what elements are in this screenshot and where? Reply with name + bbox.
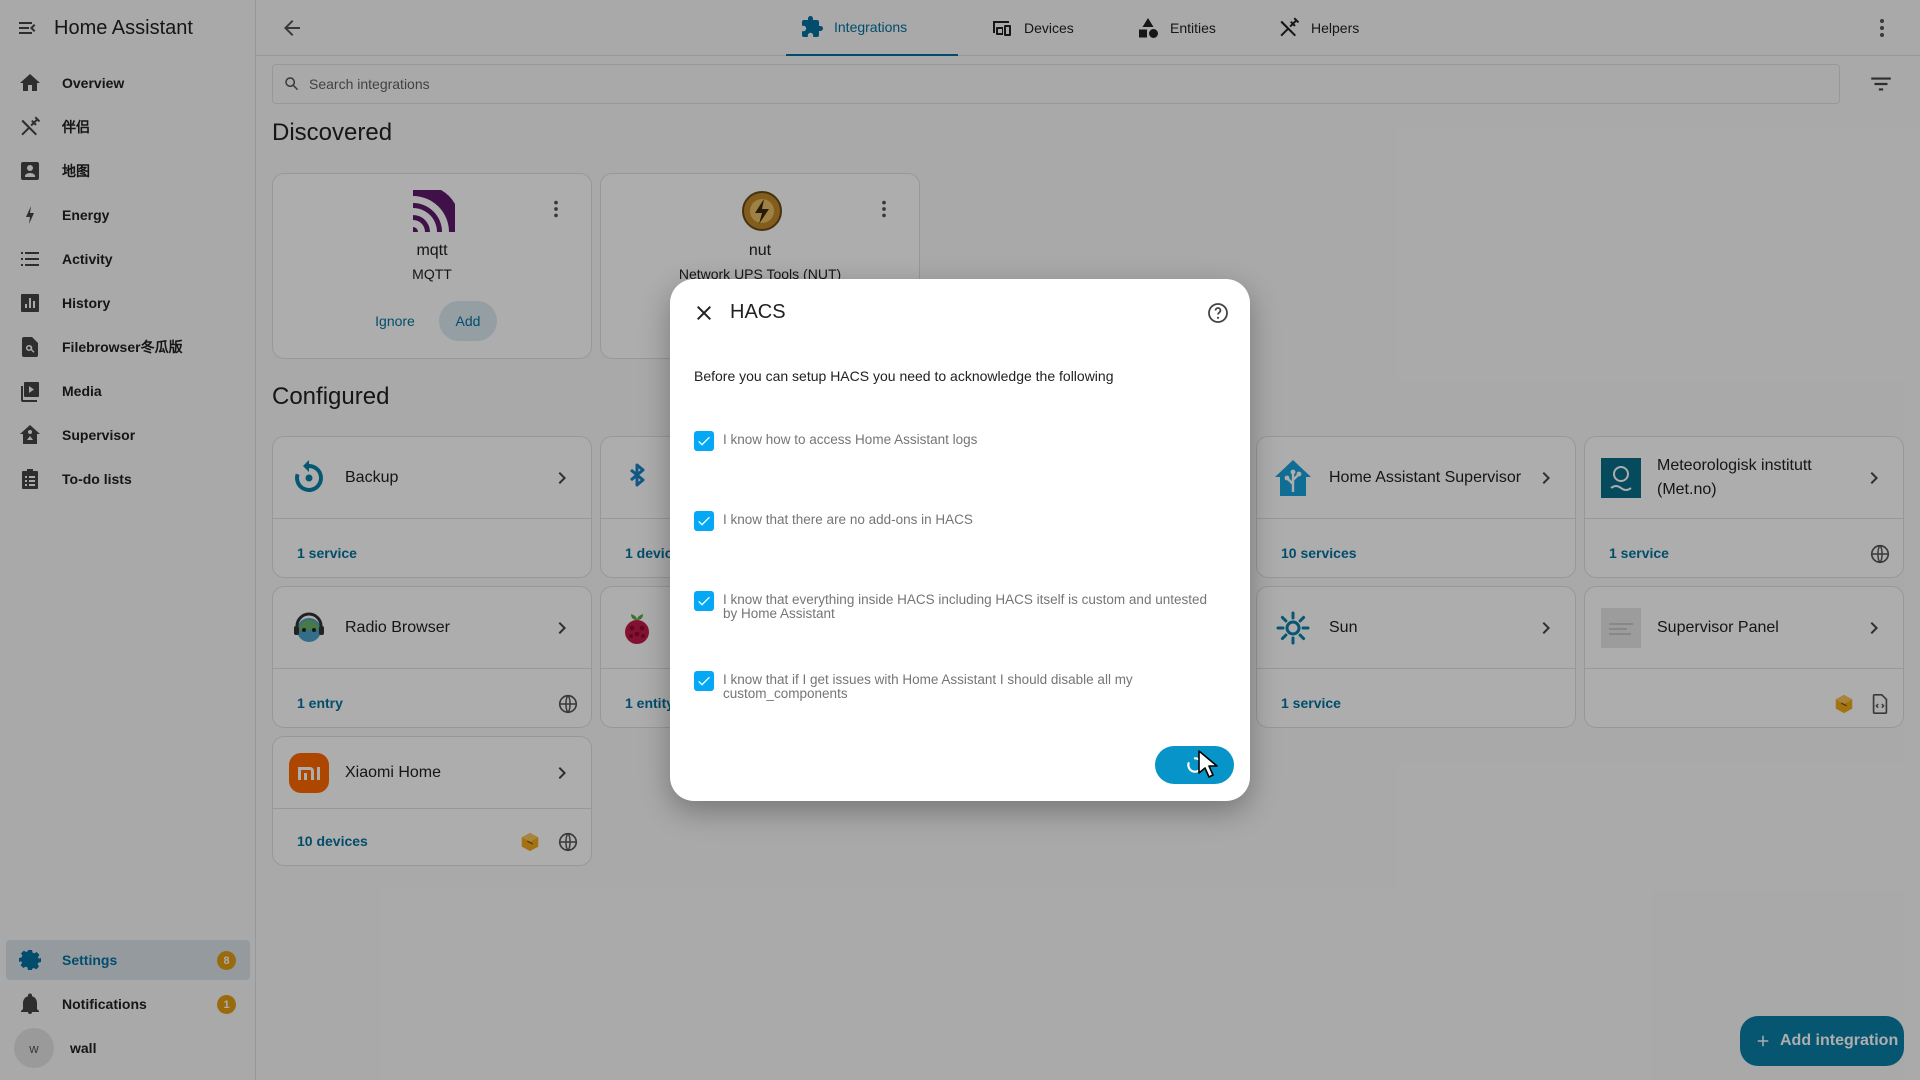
ack-checkbox-label: I know how to access Home Assistant logs [723,432,978,447]
mouse-cursor-icon [1198,750,1218,778]
help-icon[interactable] [1206,301,1230,325]
ack-checkbox[interactable] [694,591,714,611]
ack-checkbox-row: I know that there are no add-ons in HACS [694,511,1224,531]
submit-button[interactable] [1155,746,1234,784]
ack-checkbox-row: I know that everything inside HACS inclu… [694,591,1224,621]
check-icon [698,676,710,686]
ack-checkbox[interactable] [694,671,714,691]
ack-checkbox-label: I know that there are no add-ons in HACS [723,512,973,527]
hacs-dialog: HACS Before you can setup HACS you need … [670,279,1250,801]
check-icon [698,596,710,606]
ack-checkbox[interactable] [694,431,714,451]
ack-checkbox-label: I know that if I get issues with Home As… [723,672,1133,701]
dialog-title: HACS [730,301,786,323]
ack-checkbox-row: I know that if I get issues with Home As… [694,671,1224,701]
dialog-intro: Before you can setup HACS you need to ac… [694,368,1114,384]
ack-checkbox-label: I know that everything inside HACS inclu… [723,592,1207,621]
check-icon [698,516,710,526]
close-icon[interactable] [692,301,716,325]
ack-checkbox-row: I know how to access Home Assistant logs [694,431,1224,451]
ack-checkbox[interactable] [694,511,714,531]
check-icon [698,436,710,446]
